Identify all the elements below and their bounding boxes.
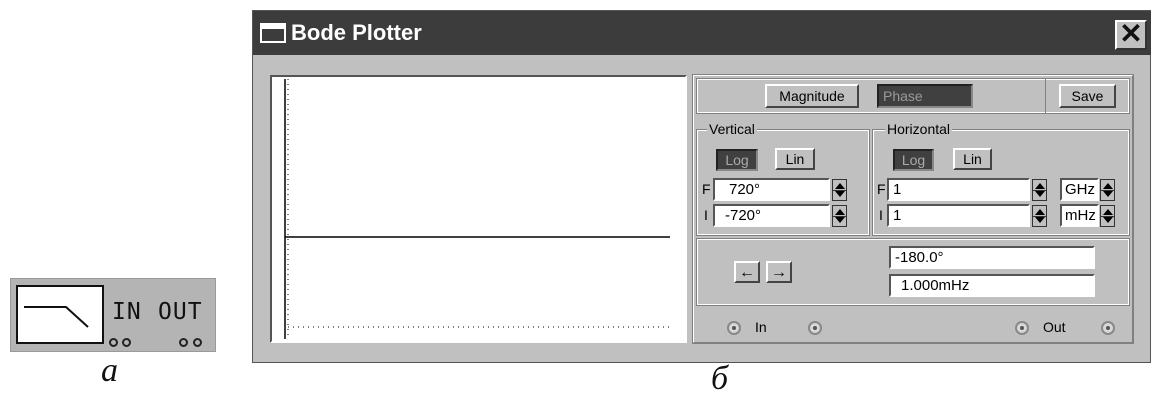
vertical-initial-spinner[interactable] bbox=[832, 205, 847, 227]
icon-out-terminal-2[interactable] bbox=[193, 338, 202, 347]
bode-graph bbox=[284, 79, 670, 339]
horizontal-final-spinner[interactable] bbox=[1032, 179, 1047, 201]
horizontal-initial-unit-spinner[interactable] bbox=[1100, 205, 1115, 227]
vertical-lin-button[interactable]: Lin bbox=[775, 148, 815, 170]
caption-a: a bbox=[101, 352, 118, 389]
cursor-left-button[interactable]: ← bbox=[734, 261, 760, 283]
vertical-f-label: F bbox=[702, 181, 711, 197]
window-icon bbox=[260, 23, 286, 43]
icon-in-terminal-1[interactable] bbox=[109, 338, 118, 347]
icon-in-terminal-2[interactable] bbox=[122, 338, 131, 347]
out-terminal-minus[interactable] bbox=[1101, 321, 1115, 335]
lowpass-curve-icon bbox=[24, 306, 89, 328]
icon-screen bbox=[16, 285, 104, 344]
caption-b: б bbox=[711, 360, 729, 397]
vertical-initial-field[interactable]: -720° bbox=[713, 204, 830, 227]
horizontal-final-unit-spinner[interactable] bbox=[1100, 179, 1115, 201]
horizontal-initial-field[interactable]: 1 bbox=[887, 204, 1030, 227]
vertical-final-field[interactable]: 720° bbox=[713, 178, 830, 201]
in-label: In bbox=[755, 319, 767, 335]
vertical-final-spinner[interactable] bbox=[832, 179, 847, 201]
mode-divider bbox=[1045, 79, 1046, 113]
vertical-legend: Vertical bbox=[707, 121, 757, 137]
horizontal-log-button[interactable]: Log bbox=[893, 149, 934, 171]
horizontal-i-label: I bbox=[879, 207, 883, 223]
title-bar[interactable]: Bode Plotter ✕ bbox=[253, 11, 1151, 55]
bode-plotter-icon[interactable]: IN OUT bbox=[10, 278, 216, 352]
phase-readout: -180.0° bbox=[889, 246, 1095, 269]
in-terminal-minus[interactable] bbox=[808, 321, 822, 335]
icon-in-label: IN bbox=[112, 299, 142, 325]
bode-plotter-window: Bode Plotter ✕ Magnitude Phase Save Vert… bbox=[252, 10, 1151, 363]
cursor-right-button[interactable]: → bbox=[766, 261, 792, 283]
in-terminal-plus[interactable] bbox=[727, 321, 741, 335]
horizontal-legend: Horizontal bbox=[885, 121, 953, 137]
icon-out-label: OUT bbox=[158, 299, 203, 325]
horizontal-lin-button[interactable]: Lin bbox=[953, 148, 992, 170]
save-button[interactable]: Save bbox=[1059, 84, 1116, 108]
magnitude-button[interactable]: Magnitude bbox=[765, 84, 859, 108]
horizontal-final-field[interactable]: 1 bbox=[887, 178, 1030, 201]
out-terminal-plus[interactable] bbox=[1015, 321, 1029, 335]
horizontal-f-label: F bbox=[877, 181, 886, 197]
frequency-readout: 1.000mHz bbox=[889, 274, 1095, 297]
plot-display[interactable] bbox=[270, 75, 687, 343]
close-button[interactable]: ✕ bbox=[1115, 20, 1147, 50]
vertical-log-button[interactable]: Log bbox=[716, 149, 758, 171]
window-title: Bode Plotter bbox=[291, 20, 422, 45]
icon-out-terminal-1[interactable] bbox=[179, 338, 188, 347]
phase-button[interactable]: Phase bbox=[877, 84, 973, 108]
horizontal-initial-spinner[interactable] bbox=[1032, 205, 1047, 227]
horizontal-final-unit[interactable]: GHz bbox=[1060, 178, 1099, 201]
horizontal-initial-unit[interactable]: mHz bbox=[1060, 204, 1099, 227]
vertical-i-label: I bbox=[704, 207, 708, 223]
out-label: Out bbox=[1043, 319, 1066, 335]
